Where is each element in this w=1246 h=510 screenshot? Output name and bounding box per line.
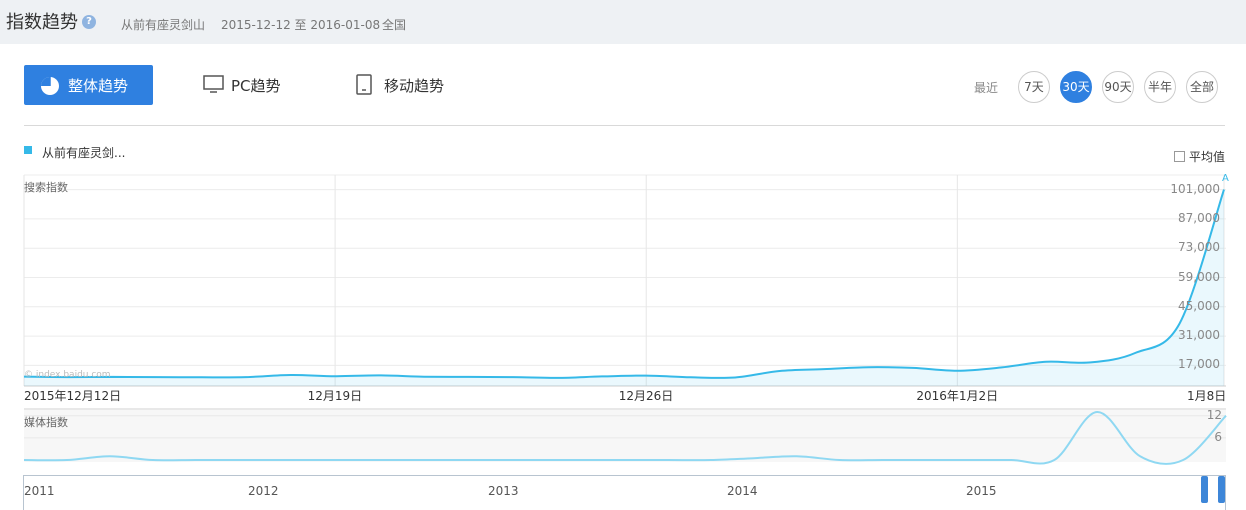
y-tick-label: 45,000: [1178, 298, 1220, 313]
navigator-year-label: 2014: [727, 484, 758, 498]
search-index-line: [23, 189, 1225, 379]
navigator-year-label: 2013: [488, 484, 519, 498]
x-tick-label: 2015年12月12日: [24, 389, 122, 403]
y-tick-label: 87,000: [1178, 210, 1220, 225]
x-tick-label: 12月26日: [618, 389, 674, 403]
media-y-tick-label: 12: [1206, 407, 1222, 422]
y-tick-label: 31,000: [1178, 328, 1220, 343]
media-y-tick-label: 6: [1214, 429, 1222, 444]
trend-chart: [23, 174, 1227, 510]
time-navigator[interactable]: [23, 475, 1226, 510]
navigator-year-label: 2015: [966, 484, 997, 498]
navigator-year-label: 2011: [24, 484, 55, 498]
watermark: © index.baidu.com: [24, 370, 111, 380]
annotation-marker[interactable]: A: [1222, 173, 1229, 184]
y-tick-label: 59,000: [1178, 269, 1220, 284]
y-tick-label: 101,000: [1170, 181, 1220, 196]
navigator-right-handle[interactable]: [1218, 476, 1225, 503]
x-tick-label: 1月8日: [1187, 389, 1227, 403]
media-index-title: 媒体指数: [24, 416, 68, 429]
navigator-left-handle[interactable]: [1201, 476, 1208, 503]
search-index-title: 搜索指数: [24, 181, 68, 194]
x-tick-label: 12月19日: [307, 389, 363, 403]
y-tick-label: 73,000: [1178, 240, 1220, 255]
x-tick-label: 2016年1月2日: [916, 389, 999, 403]
navigator-year-label: 2012: [248, 484, 279, 498]
y-tick-label: 17,000: [1178, 357, 1220, 372]
